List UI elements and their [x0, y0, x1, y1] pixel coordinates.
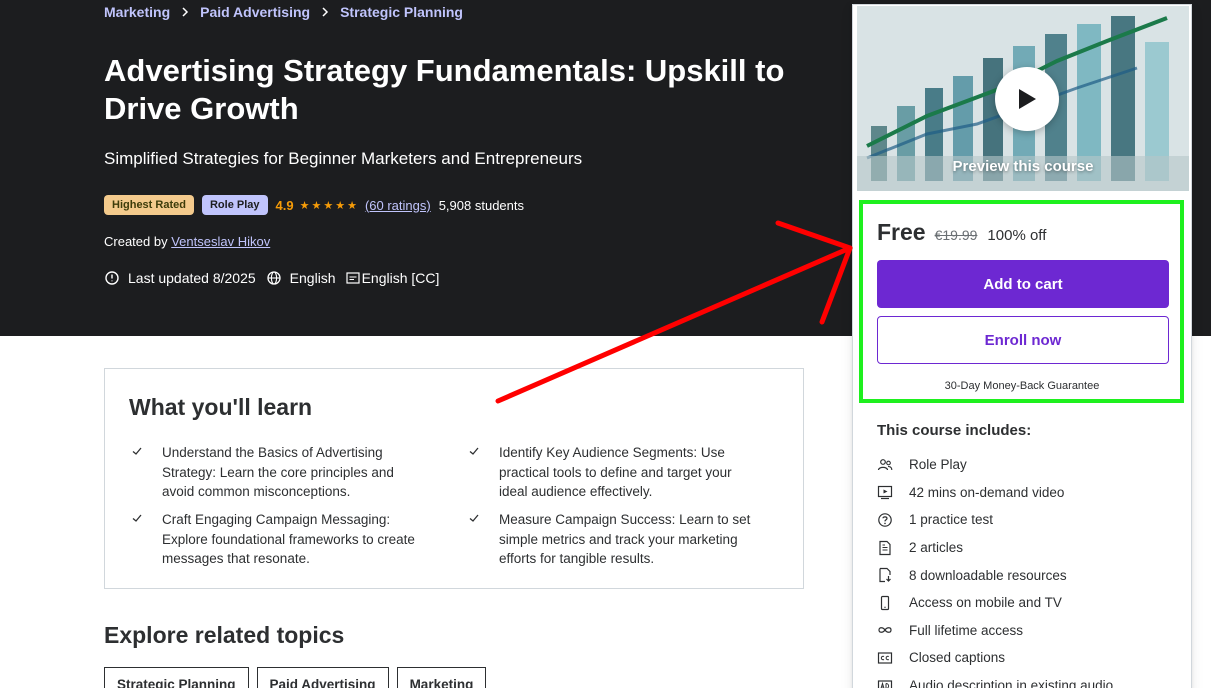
star-icon: ★	[335, 199, 346, 212]
learn-item: Identify Key Audience Segments: Use prac…	[467, 443, 752, 502]
check-icon	[469, 447, 479, 455]
check-icon	[132, 514, 142, 522]
infinity-icon	[877, 622, 909, 638]
check-icon	[469, 514, 479, 522]
star-icon: ★	[311, 199, 322, 212]
list-item: 42 mins on-demand video	[877, 479, 1113, 507]
learn-title: What you'll learn	[129, 394, 313, 420]
learn-item: Craft Engaging Campaign Messaging: Explo…	[130, 510, 415, 569]
topic-marketing[interactable]: Marketing	[396, 667, 487, 688]
play-icon	[1019, 89, 1036, 109]
purchase-sidebar: Preview this course Free €19.99 100% off…	[852, 4, 1192, 688]
what-youll-learn-box: What you'll learn Understand the Basics …	[104, 368, 804, 589]
list-item: 1 practice test	[877, 506, 1113, 534]
article-icon	[877, 540, 909, 556]
breadcrumb-marketing[interactable]: Marketing	[104, 4, 170, 20]
green-highlight-annotation	[859, 200, 1184, 403]
rating-row: Highest Rated Role Play 4.9 ★ ★ ★ ★ ★ (6…	[104, 195, 524, 215]
video-icon	[877, 484, 909, 500]
chevron-right-icon	[320, 7, 330, 17]
created-by-label: Created by	[104, 234, 168, 249]
list-item: 2 articles	[877, 534, 1113, 562]
question-icon	[877, 512, 909, 528]
breadcrumb-paid-advertising[interactable]: Paid Advertising	[200, 4, 310, 20]
cc-icon	[345, 272, 360, 284]
play-button[interactable]	[995, 67, 1059, 131]
topic-strategic-planning[interactable]: Strategic Planning	[104, 667, 249, 688]
star-icon: ★	[347, 199, 357, 212]
breadcrumb-strategic-planning[interactable]: Strategic Planning	[340, 4, 463, 20]
alert-badge-icon	[105, 271, 119, 285]
captions: English [CC]	[345, 270, 439, 286]
course-meta: Last updated 8/2025 English English [CC]	[104, 270, 449, 286]
rating-stars: ★ ★ ★ ★ ★	[300, 199, 359, 212]
list-item: Full lifetime access	[877, 617, 1113, 645]
explore-title: Explore related topics	[104, 622, 345, 648]
author-link[interactable]: Ventseslav Hikov	[171, 234, 270, 249]
people-icon	[877, 457, 909, 473]
star-icon: ★	[323, 199, 334, 212]
course-subtitle: Simplified Strategies for Beginner Marke…	[104, 149, 583, 168]
mobile-icon	[877, 595, 909, 611]
download-file-icon	[877, 567, 909, 583]
cc-icon	[877, 650, 909, 666]
list-item: Role Play	[877, 451, 1113, 479]
highest-rated-badge: Highest Rated	[104, 195, 194, 215]
list-item: Access on mobile and TV	[877, 589, 1113, 617]
learn-item: Understand the Basics of Advertising Str…	[130, 443, 415, 502]
course-title: Advertising Strategy Fundamentals: Upski…	[104, 53, 785, 126]
preview-label: Preview this course	[952, 158, 1094, 175]
breadcrumb: Marketing Paid Advertising Strategic Pla…	[104, 4, 463, 20]
topic-paid-advertising[interactable]: Paid Advertising	[256, 667, 389, 688]
check-icon	[132, 447, 142, 455]
students-count: 5,908 students	[438, 197, 524, 213]
last-updated: Last updated 8/2025	[104, 270, 256, 286]
star-icon: ★	[299, 199, 310, 212]
globe-icon	[267, 271, 281, 285]
rating-value: 4.9	[275, 197, 294, 213]
learn-item: Measure Campaign Success: Learn to set s…	[467, 510, 752, 569]
list-item: Closed captions	[877, 644, 1113, 672]
related-topics: Strategic Planning Paid Advertising Mark…	[104, 667, 494, 688]
ratings-link[interactable]: (60 ratings)	[365, 198, 431, 213]
list-item: 8 downloadable resources	[877, 561, 1113, 589]
role-play-badge: Role Play	[201, 195, 268, 215]
course-preview[interactable]: Preview this course	[857, 6, 1189, 191]
list-item: Audio description in existing audio	[877, 672, 1113, 688]
language: English	[266, 270, 336, 286]
includes-list: Role Play 42 mins on-demand video 1 prac…	[877, 451, 1113, 688]
includes-title: This course includes:	[877, 422, 1032, 439]
audio-description-icon	[877, 678, 909, 688]
chevron-right-icon	[180, 7, 190, 17]
created-by: Created by Ventseslav Hikov	[104, 234, 270, 249]
